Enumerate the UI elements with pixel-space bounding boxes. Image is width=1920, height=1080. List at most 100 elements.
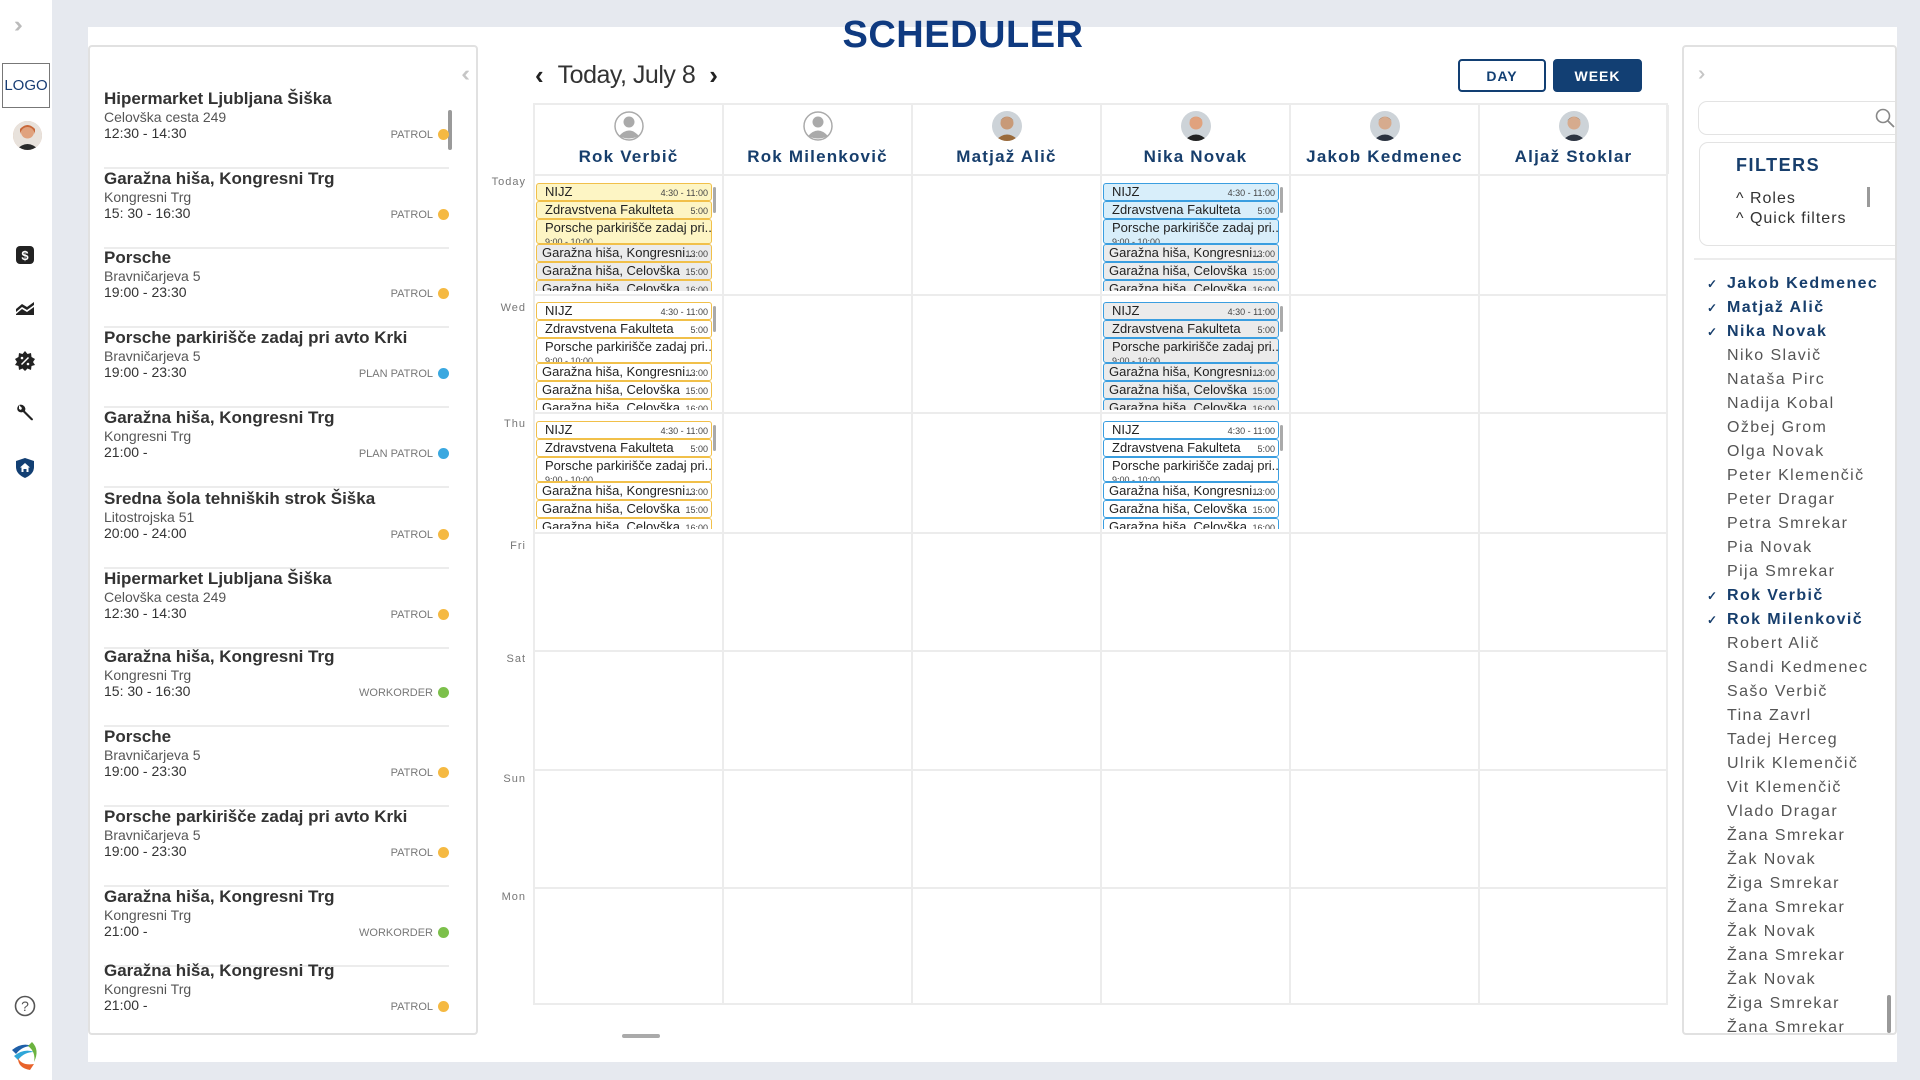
job-list-item[interactable]: Sredna šola tehniških strok Šiška Litostr… <box>104 489 449 569</box>
employee-filter-item[interactable]: ✓ Matjaž Alič <box>1707 299 1825 317</box>
employee-search-input[interactable] <box>1698 101 1895 135</box>
shield-home-icon[interactable] <box>14 457 36 479</box>
event-stack-scrollbar[interactable] <box>1280 425 1283 451</box>
calendar-event[interactable]: Zdravstvena Fakulteta 5:00 <box>536 201 712 219</box>
employee-filter-item[interactable]: Žana Smrekar <box>1707 827 1845 845</box>
employee-filter-item[interactable]: Žana Smrekar <box>1707 899 1845 917</box>
job-list-item[interactable]: Garažna hiša, Kongresni Trg Kongresni Trg… <box>104 408 449 488</box>
calendar-event[interactable]: Garažna hiša, Celovška 15:00 <box>1103 381 1279 399</box>
calendar-event[interactable]: Garažna hiša, Kongresni... 13:00 <box>1103 244 1279 262</box>
user-avatar[interactable] <box>13 121 42 150</box>
employee-filter-item[interactable]: Pija Smrekar <box>1707 563 1835 581</box>
job-list-item[interactable]: Porsche parkirišče zadaj pri avto Krki Br… <box>104 328 449 408</box>
job-list-item[interactable]: Garažna hiša, Kongresni Trg Kongresni Trg… <box>104 887 449 967</box>
calendar-event[interactable]: Zdravstvena Fakulteta 5:00 <box>1103 439 1279 457</box>
employee-filter-item[interactable]: Žana Smrekar <box>1707 1019 1845 1033</box>
calendar-event[interactable]: Garažna hiša, Celovška 16:00 <box>536 399 712 410</box>
employee-column-header[interactable]: Aljaž Stoklar <box>1480 105 1669 174</box>
employee-filter-item[interactable]: Pia Novak <box>1707 539 1813 557</box>
calendar-event[interactable]: NIJZ 4:30 - 11:00 <box>1103 183 1279 201</box>
employee-filter-item[interactable]: Žana Smrekar <box>1707 947 1845 965</box>
wrench-icon[interactable] <box>14 402 36 424</box>
calendar-event[interactable]: Porsche parkirišče zadaj pri... 9:00 - 10… <box>536 457 712 482</box>
employee-filter-item[interactable]: Sašo Verbič <box>1707 683 1828 701</box>
prev-date-button[interactable]: ‹ <box>535 60 544 91</box>
calendar-event[interactable]: Garažna hiša, Celovška 15:00 <box>536 381 712 399</box>
employee-filter-item[interactable]: ✓ Rok Milenkovič <box>1707 611 1863 629</box>
calendar-event[interactable]: NIJZ 4:30 - 11:00 <box>1103 421 1279 439</box>
brand-logo-icon[interactable] <box>10 1040 42 1072</box>
employee-list-scrollbar[interactable] <box>1887 995 1891 1033</box>
job-list-item[interactable]: Garažna hiša, Kongresni Trg Kongresni Trg… <box>104 169 449 249</box>
employee-filter-item[interactable]: ✓ Rok Verbič <box>1707 587 1824 605</box>
calendar-event[interactable]: NIJZ 4:30 - 11:00 <box>1103 302 1279 320</box>
next-date-button[interactable]: › <box>709 60 718 91</box>
job-list-item[interactable]: Porsche Bravničarjeva 5 19:00 - 23:30 PATRO… <box>104 727 449 807</box>
employee-filter-item[interactable]: Petra Smrekar <box>1707 515 1848 533</box>
job-list-item[interactable]: Porsche parkirišče zadaj pri avto Krki Br… <box>104 807 449 887</box>
employee-filter-item[interactable]: Žiga Smrekar <box>1707 875 1840 893</box>
job-list-item[interactable]: Garažna hiša, Kongresni Trg Kongresni Trg… <box>104 647 449 727</box>
calendar-event[interactable]: NIJZ 4:30 - 11:00 <box>536 183 712 201</box>
calendar-event[interactable]: Porsche parkirišče zadaj pri... 9:00 - 10… <box>536 219 712 244</box>
employee-filter-item[interactable]: Sandi Kedmenec <box>1707 659 1868 677</box>
calendar-event[interactable]: Garažna hiša, Kongresni... 13:00 <box>536 482 712 500</box>
job-list-item[interactable]: Hipermarket Ljubljana Šiška Celovška cest… <box>104 89 449 169</box>
calendar-event[interactable]: Zdravstvena Fakulteta 5:00 <box>1103 320 1279 338</box>
employee-column-header[interactable]: Matjaž Alič <box>913 105 1102 174</box>
event-stack-scrollbar[interactable] <box>1280 306 1283 332</box>
employee-filter-item[interactable]: Peter Dragar <box>1707 491 1835 509</box>
event-stack-scrollbar[interactable] <box>713 187 716 213</box>
employee-filter-item[interactable]: Žak Novak <box>1707 851 1816 869</box>
employee-filter-item[interactable]: Niko Slavič <box>1707 347 1822 365</box>
day-view-button[interactable]: DAY <box>1458 59 1546 92</box>
calendar-event[interactable]: NIJZ 4:30 - 11:00 <box>536 302 712 320</box>
calendar-event[interactable]: NIJZ 4:30 - 11:00 <box>536 421 712 439</box>
expand-panel-icon[interactable]: ›› <box>1698 63 1707 86</box>
quick-filters-toggle[interactable]: ^ Quick filters <box>1736 210 1847 228</box>
chart-icon[interactable] <box>14 297 36 319</box>
calendar-event[interactable]: Garažna hiša, Celovška 16:00 <box>1103 399 1279 410</box>
employee-column-header[interactable]: Nika Novak <box>1102 105 1291 174</box>
collapse-panel-icon[interactable]: ‹‹ <box>461 61 469 87</box>
calendar-event[interactable]: Porsche parkirišče zadaj pri... 9:00 - 10… <box>1103 338 1279 363</box>
employee-filter-item[interactable]: Nadija Kobal <box>1707 395 1835 413</box>
calendar-event[interactable]: Porsche parkirišče zadaj pri... 9:00 - 10… <box>1103 457 1279 482</box>
employee-column-header[interactable]: Rok Milenkovič <box>724 105 913 174</box>
employee-filter-item[interactable]: Žak Novak <box>1707 971 1816 989</box>
calendar-event[interactable]: Zdravstvena Fakulteta 5:00 <box>536 439 712 457</box>
employee-filter-item[interactable]: Tina Zavrl <box>1707 707 1812 725</box>
calendar-event[interactable]: Zdravstvena Fakulteta 5:00 <box>1103 201 1279 219</box>
employee-filter-item[interactable]: Ulrik Klemenčič <box>1707 755 1858 773</box>
employee-filter-item[interactable]: Vit Klemenčič <box>1707 779 1842 797</box>
calendar-event[interactable]: Zdravstvena Fakulteta 5:00 <box>536 320 712 338</box>
event-stack-scrollbar[interactable] <box>713 425 716 451</box>
discount-badge-icon[interactable] <box>14 350 36 372</box>
calendar-event[interactable]: Garažna hiša, Celovška 16:00 <box>536 518 712 529</box>
calendar-event[interactable]: Porsche parkirišče zadaj pri... 9:00 - 10… <box>536 338 712 363</box>
logo[interactable]: LOGO <box>2 63 50 108</box>
employee-filter-item[interactable]: ✓ Nika Novak <box>1707 323 1827 341</box>
employee-filter-item[interactable]: Žak Novak <box>1707 923 1816 941</box>
employee-column-header[interactable]: Rok Verbič <box>535 105 724 174</box>
filters-scrollbar[interactable] <box>1867 187 1870 207</box>
calendar-event[interactable]: Porsche parkirišče zadaj pri... 9:00 - 10… <box>1103 219 1279 244</box>
calendar-event[interactable]: Garažna hiša, Celovška 16:00 <box>536 280 712 291</box>
calendar-event[interactable]: Garažna hiša, Celovška 15:00 <box>536 262 712 280</box>
employee-column-header[interactable]: Jakob Kedmenec <box>1291 105 1480 174</box>
week-view-button[interactable]: WEEK <box>1553 59 1642 92</box>
search-icon[interactable] <box>1875 108 1895 133</box>
event-stack-scrollbar[interactable] <box>1280 187 1283 213</box>
job-list-item[interactable]: Garažna hiša, Kongresni Trg Kongresni Trg… <box>104 961 449 1033</box>
calendar-event[interactable]: Garažna hiša, Celovška 16:00 <box>1103 518 1279 529</box>
employee-filter-item[interactable]: Žiga Smrekar <box>1707 995 1840 1013</box>
help-icon[interactable]: ? <box>14 995 36 1017</box>
resize-handle[interactable] <box>622 1034 660 1038</box>
calendar-event[interactable]: Garažna hiša, Kongresni... 13:00 <box>1103 482 1279 500</box>
employee-filter-item[interactable]: Vlado Dragar <box>1707 803 1838 821</box>
event-stack-scrollbar[interactable] <box>713 306 716 332</box>
employee-filter-item[interactable]: Ožbej Grom <box>1707 419 1827 437</box>
employee-filter-item[interactable]: Robert Alič <box>1707 635 1820 653</box>
employee-filter-item[interactable]: Olga Novak <box>1707 443 1825 461</box>
employee-filter-item[interactable]: ✓ Jakob Kedmenec <box>1707 275 1878 293</box>
